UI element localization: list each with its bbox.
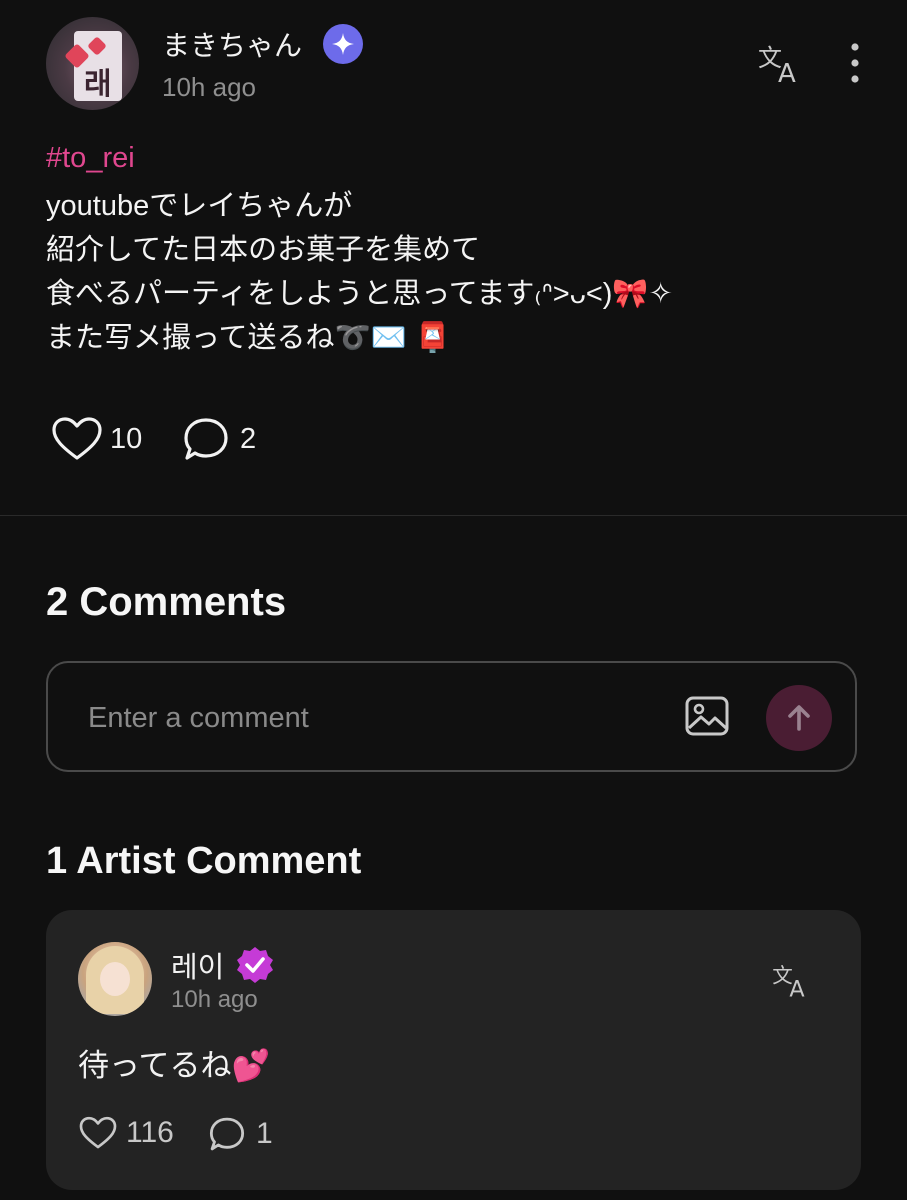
section-divider bbox=[0, 515, 907, 516]
avatar-text: 래이 bbox=[84, 68, 112, 101]
artist-name[interactable]: 레이 bbox=[171, 944, 224, 986]
comment-input[interactable] bbox=[86, 693, 650, 743]
post-line: youtubeでレイちゃんが bbox=[46, 190, 353, 222]
artist-avatar[interactable] bbox=[78, 942, 152, 1016]
artist-comment-card: 레이 10h ago 文 A 待ってるね💕 116 1 bbox=[46, 910, 861, 1190]
post-body: youtubeでレイちゃんが 紹介してた日本のお菓子を集めて 食べるパーティをし… bbox=[46, 184, 866, 360]
translate-icon[interactable]: 文 A bbox=[772, 962, 812, 998]
image-icon[interactable] bbox=[684, 695, 730, 737]
post-line: 紹介してた日本のお菓子を集めて bbox=[46, 234, 481, 266]
post-hashtag[interactable]: #to_rei bbox=[46, 142, 135, 175]
verified-badge-icon bbox=[237, 947, 273, 983]
comment-composer bbox=[46, 661, 857, 772]
post-time: 10h ago bbox=[162, 72, 256, 102]
artist-like-count: 116 bbox=[126, 1116, 174, 1149]
artist-reply-button[interactable]: 1 bbox=[208, 1116, 273, 1152]
like-button[interactable]: 10 bbox=[50, 416, 142, 462]
artist-like-button[interactable]: 116 bbox=[78, 1116, 174, 1150]
comment-bubble-icon bbox=[184, 418, 228, 460]
send-button[interactable] bbox=[766, 685, 832, 751]
author-name[interactable]: まきちゃん bbox=[162, 24, 302, 64]
artist-comment-time: 10h ago bbox=[171, 986, 258, 1013]
comment-button[interactable]: 2 bbox=[182, 416, 256, 462]
like-count: 10 bbox=[110, 422, 143, 455]
more-vertical-icon[interactable] bbox=[844, 42, 866, 84]
comment-count: 2 bbox=[240, 422, 257, 455]
heart-icon bbox=[52, 417, 102, 460]
svg-text:A: A bbox=[789, 976, 805, 998]
svg-text:A: A bbox=[778, 59, 796, 84]
heart-icon bbox=[79, 1116, 117, 1149]
comment-bubble-icon bbox=[209, 1117, 245, 1151]
post: 래이 まきちゃん 10h ago 文 A #to_rei youtubeでレイち… bbox=[0, 0, 907, 516]
sparkle-badge-icon bbox=[323, 24, 363, 64]
author-avatar[interactable]: 래이 bbox=[46, 17, 139, 110]
translate-icon[interactable]: 文 A bbox=[758, 42, 804, 84]
comments-heading: 2 Comments bbox=[46, 580, 287, 624]
post-line: また写メ撮って送るね➰✉️ 📮 bbox=[46, 322, 451, 354]
post-line: 食べるパーティをしようと思ってます₍ᐢ>ᴗ<)🎀✧ bbox=[46, 278, 673, 310]
artist-comments-heading: 1 Artist Comment bbox=[46, 840, 362, 882]
artist-comment-text: 待ってるね💕 bbox=[78, 1048, 271, 1083]
artist-reply-count: 1 bbox=[256, 1117, 273, 1150]
arrow-up-icon bbox=[788, 705, 810, 731]
